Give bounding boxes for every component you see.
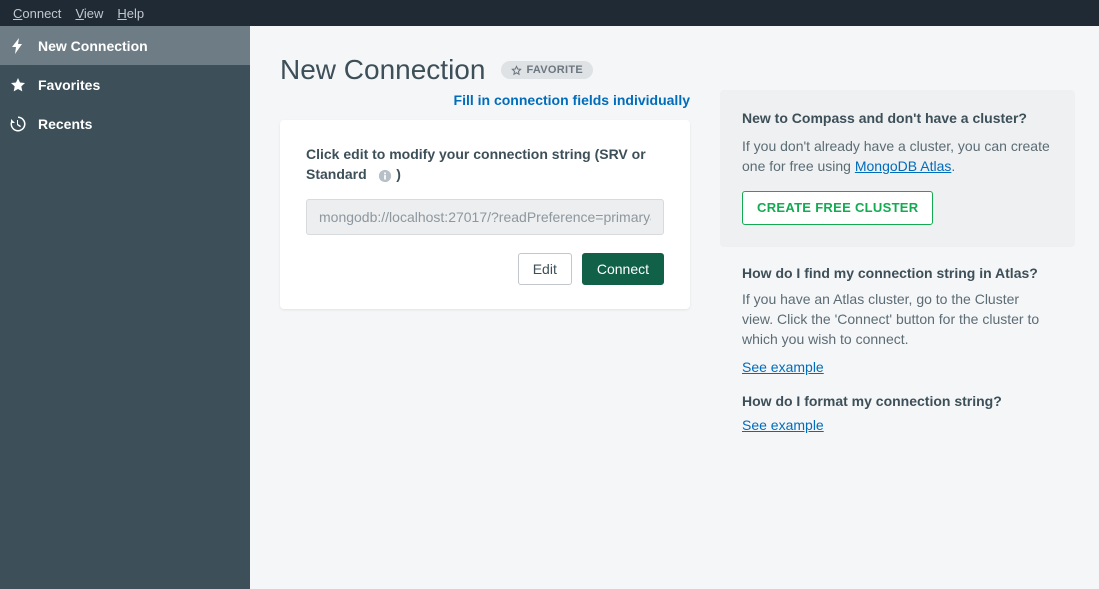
panel-title: New to Compass and don't have a cluster? (742, 110, 1053, 126)
menu-help[interactable]: Help (110, 6, 151, 21)
section-title: How do I format my connection string? (742, 393, 1053, 409)
sidebar-item-label: Favorites (38, 77, 100, 93)
panel-text: If you don't already have a cluster, you… (742, 136, 1053, 177)
sidebar-item-recents[interactable]: Recents (0, 104, 250, 143)
menu-connect[interactable]: Connect (6, 6, 68, 21)
create-free-cluster-button[interactable]: CREATE FREE CLUSTER (742, 191, 933, 225)
menu-view[interactable]: View (68, 6, 110, 21)
find-connection-string-section: How do I find my connection string in At… (720, 265, 1075, 376)
menubar: Connect View Help (0, 0, 1099, 26)
connection-card: Click edit to modify your connection str… (280, 120, 690, 309)
atlas-link[interactable]: MongoDB Atlas (855, 158, 952, 174)
sidebar-item-new-connection[interactable]: New Connection (0, 26, 250, 65)
sidebar-item-label: Recents (38, 116, 92, 132)
star-outline-icon (511, 65, 522, 76)
see-example-link-1[interactable]: See example (742, 359, 824, 375)
format-connection-string-section: How do I format my connection string? Se… (720, 393, 1075, 433)
page-title: New Connection (280, 54, 485, 86)
sidebar-item-label: New Connection (38, 38, 148, 54)
see-example-link-2[interactable]: See example (742, 417, 824, 433)
connect-button[interactable]: Connect (582, 253, 664, 285)
info-icon[interactable] (378, 169, 392, 183)
connection-label: Click edit to modify your connection str… (306, 144, 664, 185)
history-icon (10, 116, 26, 132)
sidebar-item-favorites[interactable]: Favorites (0, 65, 250, 104)
new-user-panel: New to Compass and don't have a cluster?… (720, 90, 1075, 247)
section-text: If you have an Atlas cluster, go to the … (742, 289, 1053, 350)
section-title: How do I find my connection string in At… (742, 265, 1053, 281)
bolt-icon (10, 38, 26, 54)
star-icon (10, 77, 26, 93)
main-content: New Connection FAVORITE Fill in connecti… (250, 26, 1099, 589)
connection-string-input[interactable] (306, 199, 664, 235)
fill-fields-link[interactable]: Fill in connection fields individually (280, 92, 690, 108)
favorite-label: FAVORITE (526, 64, 583, 76)
sidebar: New Connection Favorites Recents (0, 26, 250, 589)
favorite-button[interactable]: FAVORITE (501, 61, 593, 79)
edit-button[interactable]: Edit (518, 253, 572, 285)
